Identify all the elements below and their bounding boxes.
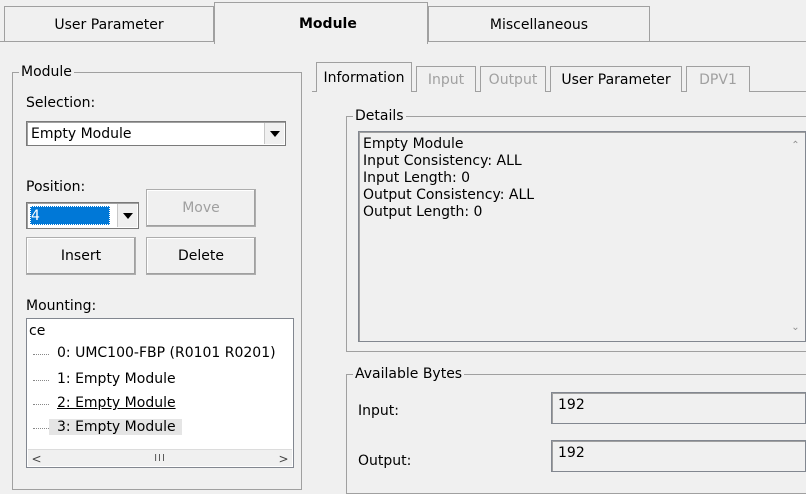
output-bytes-field[interactable]: 192 bbox=[551, 440, 806, 472]
tab-input[interactable]: Input bbox=[416, 66, 476, 92]
tree-item-label: 2: Empty Module bbox=[57, 395, 176, 411]
tab-user-parameter-inner[interactable]: User Parameter bbox=[550, 66, 682, 92]
details-legend: Details bbox=[353, 108, 406, 124]
tree-item-hovered[interactable]: 3: Empty Module bbox=[27, 417, 293, 439]
details-textarea[interactable]: Empty Module Input Consistency: ALL Inpu… bbox=[358, 131, 806, 342]
move-button-label: Move bbox=[182, 200, 220, 216]
position-selection-highlight bbox=[30, 206, 110, 225]
scroll-up-icon[interactable]: ⌃ bbox=[787, 137, 804, 154]
details-line: Empty Module bbox=[363, 136, 464, 152]
output-label: Output: bbox=[358, 453, 412, 469]
tree-item-label: 0: UMC100-FBP (R0101 R0201) bbox=[57, 345, 276, 361]
scroll-thumb-grip: III bbox=[154, 452, 166, 464]
tree-root-label: ce bbox=[29, 323, 46, 339]
tree-connector bbox=[33, 354, 49, 355]
position-dropdown[interactable]: 4 bbox=[26, 202, 139, 229]
tree-item-label: 1: Empty Module bbox=[57, 371, 176, 387]
module-group-legend: Module bbox=[19, 64, 74, 80]
mounting-label: Mounting: bbox=[26, 298, 97, 314]
tree-item[interactable]: 0: UMC100-FBP (R0101 R0201) bbox=[27, 343, 293, 365]
selection-dropdown[interactable]: Empty Module bbox=[26, 121, 286, 146]
tree-item[interactable]: 1: Empty Module bbox=[27, 369, 293, 391]
insert-button[interactable]: Insert bbox=[26, 237, 136, 275]
tab-label: Miscellaneous bbox=[489, 16, 589, 33]
details-line: Output Length: 0 bbox=[363, 204, 483, 220]
move-button[interactable]: Move bbox=[146, 189, 256, 227]
position-label: Position: bbox=[26, 179, 86, 195]
delete-button[interactable]: Delete bbox=[146, 237, 256, 275]
tab-output[interactable]: Output bbox=[480, 66, 546, 92]
scroll-right-icon[interactable]: > bbox=[275, 450, 292, 467]
tree-connector bbox=[33, 404, 49, 405]
chevron-down-icon[interactable] bbox=[264, 123, 284, 144]
available-bytes-legend: Available Bytes bbox=[353, 366, 465, 382]
chevron-down-icon[interactable] bbox=[117, 204, 137, 227]
tab-label: DPV1 bbox=[699, 71, 737, 88]
tree-horizontal-scrollbar[interactable]: < III > bbox=[28, 449, 292, 466]
position-value: 4 bbox=[31, 208, 40, 224]
selection-label: Selection: bbox=[26, 95, 96, 111]
scroll-down-icon[interactable]: ⌄ bbox=[787, 319, 804, 336]
details-line: Input Length: 0 bbox=[363, 170, 471, 186]
details-vertical-scrollbar[interactable]: ⌃ ⌄ bbox=[787, 133, 804, 340]
tab-label: User Parameter bbox=[561, 71, 671, 88]
input-bytes-field[interactable]: 192 bbox=[551, 392, 806, 424]
tab-label: Output bbox=[488, 71, 538, 88]
details-line: Input Consistency: ALL bbox=[363, 153, 522, 169]
tree-item-label: 3: Empty Module bbox=[49, 419, 182, 435]
output-bytes-value: 192 bbox=[558, 445, 585, 461]
scroll-thumb[interactable]: III bbox=[46, 452, 274, 464]
insert-button-label: Insert bbox=[60, 248, 102, 264]
tree-item[interactable]: 2: Empty Module bbox=[27, 393, 293, 415]
tab-miscellaneous[interactable]: Miscellaneous bbox=[428, 6, 650, 42]
delete-button-label: Delete bbox=[178, 248, 224, 264]
tab-label: Information bbox=[323, 69, 405, 86]
tab-label: User Parameter bbox=[54, 16, 164, 33]
tab-user-parameter[interactable]: User Parameter bbox=[4, 6, 214, 42]
selection-value: Empty Module bbox=[31, 126, 132, 142]
input-bytes-value: 192 bbox=[558, 397, 585, 413]
tree-connector bbox=[33, 428, 49, 429]
details-line: Output Consistency: ALL bbox=[363, 187, 535, 203]
tab-label: Module bbox=[299, 15, 357, 32]
input-label: Input: bbox=[358, 403, 399, 419]
tab-information[interactable]: Information bbox=[316, 62, 412, 92]
tab-module[interactable]: Module bbox=[214, 2, 428, 44]
mounting-tree[interactable]: ce 0: UMC100-FBP (R0101 R0201) 1: Empty … bbox=[26, 318, 294, 468]
top-tab-strip: User Parameter Miscellaneous Module bbox=[0, 0, 806, 44]
scroll-left-icon[interactable]: < bbox=[28, 450, 45, 467]
tab-label: Input bbox=[427, 71, 465, 88]
tree-connector bbox=[33, 380, 49, 381]
tab-dpv1[interactable]: DPV1 bbox=[686, 66, 750, 92]
